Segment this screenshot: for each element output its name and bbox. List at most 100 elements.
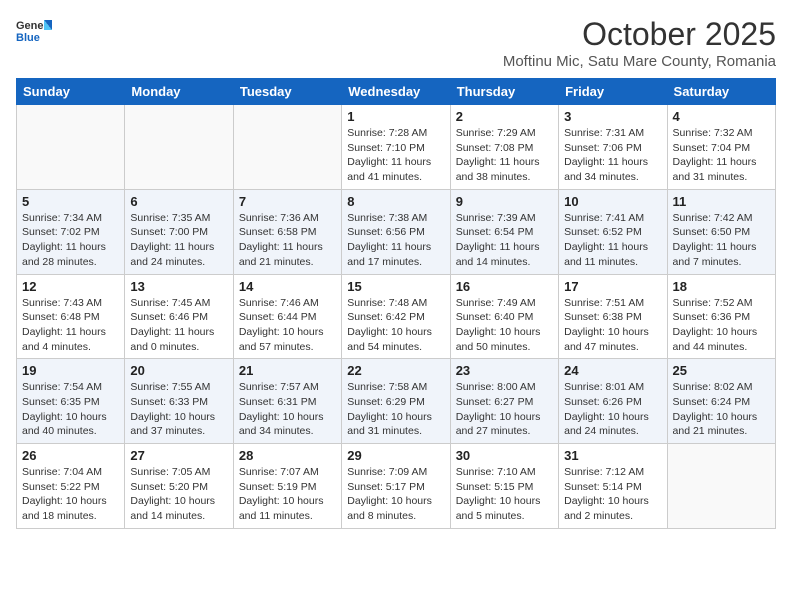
calendar-cell: 4 Sunrise: 7:32 AM Sunset: 7:04 PM Daylig… [667, 105, 775, 190]
calendar-cell: 17Sunrise: 7:51 AM Sunset: 6:38 PM Dayli… [559, 274, 667, 359]
day-info: Sunrise: 7:38 AM Sunset: 6:56 PM Dayligh… [347, 211, 444, 270]
calendar-cell: 22 Sunrise: 7:58 AM Sunset: 6:29 PM Dayli… [342, 359, 450, 444]
day-info: Sunrise: 7:41 AM Sunset: 6:52 PM Dayligh… [564, 211, 661, 270]
day-number: 10 [564, 194, 661, 209]
svg-text:Blue: Blue [16, 32, 40, 44]
calendar-cell: 10 Sunrise: 7:41 AM Sunset: 6:52 PM Dayli… [559, 189, 667, 274]
weekday-header: Wednesday [342, 79, 450, 105]
day-info: Sunrise: 8:01 AM Sunset: 6:26 PM Dayligh… [564, 380, 661, 439]
title-block: October 2025 Moftinu Mic, Satu Mare Coun… [503, 16, 776, 70]
logo-icon: General Blue [16, 16, 52, 44]
calendar-cell: 23 Sunrise: 8:00 AM Sunset: 6:27 PM Dayli… [450, 359, 558, 444]
calendar-cell: 27 Sunrise: 7:05 AM Sunset: 5:20 PM Dayli… [125, 444, 233, 529]
day-number: 30 [456, 448, 553, 463]
day-number: 7 [239, 194, 336, 209]
day-number: 27 [130, 448, 227, 463]
calendar-cell [17, 105, 125, 190]
calendar-cell: 8 Sunrise: 7:38 AM Sunset: 6:56 PM Daylig… [342, 189, 450, 274]
calendar-cell: 11 Sunrise: 7:42 AM Sunset: 6:50 PM Dayli… [667, 189, 775, 274]
calendar-cell: 14Sunrise: 7:46 AM Sunset: 6:44 PM Dayli… [233, 274, 341, 359]
day-number: 23 [456, 363, 553, 378]
calendar-cell: 6 Sunrise: 7:35 AM Sunset: 7:00 PM Daylig… [125, 189, 233, 274]
day-info: Sunrise: 7:54 AM Sunset: 6:35 PM Dayligh… [22, 380, 119, 439]
month-title: October 2025 [503, 16, 776, 53]
weekday-header: Tuesday [233, 79, 341, 105]
day-number: 8 [347, 194, 444, 209]
day-number: 24 [564, 363, 661, 378]
day-number: 18 [673, 279, 770, 294]
day-info: Sunrise: 7:46 AM Sunset: 6:44 PM Dayligh… [239, 296, 336, 355]
day-number: 5 [22, 194, 119, 209]
day-info: Sunrise: 7:05 AM Sunset: 5:20 PM Dayligh… [130, 465, 227, 524]
calendar-cell: 24 Sunrise: 8:01 AM Sunset: 6:26 PM Dayli… [559, 359, 667, 444]
calendar-cell: 12 Sunrise: 7:43 AM Sunset: 6:48 PM Dayli… [17, 274, 125, 359]
day-number: 1 [347, 109, 444, 124]
calendar-cell: 13Sunrise: 7:45 AM Sunset: 6:46 PM Dayli… [125, 274, 233, 359]
day-info: Sunrise: 7:04 AM Sunset: 5:22 PM Dayligh… [22, 465, 119, 524]
day-info: Sunrise: 7:28 AM Sunset: 7:10 PM Dayligh… [347, 126, 444, 185]
day-number: 11 [673, 194, 770, 209]
day-number: 6 [130, 194, 227, 209]
page-header: General Blue October 2025 Moftinu Mic, S… [16, 16, 776, 70]
weekday-header-row: SundayMondayTuesdayWednesdayThursdayFrid… [17, 79, 776, 105]
day-number: 21 [239, 363, 336, 378]
calendar-cell: 15Sunrise: 7:48 AM Sunset: 6:42 PM Dayli… [342, 274, 450, 359]
day-info: Sunrise: 7:32 AM Sunset: 7:04 PM Dayligh… [673, 126, 770, 185]
logo: General Blue [16, 16, 52, 44]
day-info: Sunrise: 7:29 AM Sunset: 7:08 PM Dayligh… [456, 126, 553, 185]
calendar-week-row: 26 Sunrise: 7:04 AM Sunset: 5:22 PM Dayli… [17, 444, 776, 529]
calendar-cell: 7 Sunrise: 7:36 AM Sunset: 6:58 PM Daylig… [233, 189, 341, 274]
day-number: 20 [130, 363, 227, 378]
day-number: 29 [347, 448, 444, 463]
calendar-week-row: 12 Sunrise: 7:43 AM Sunset: 6:48 PM Dayli… [17, 274, 776, 359]
day-info: Sunrise: 7:34 AM Sunset: 7:02 PM Dayligh… [22, 211, 119, 270]
calendar-cell: 19 Sunrise: 7:54 AM Sunset: 6:35 PM Dayli… [17, 359, 125, 444]
calendar-table: SundayMondayTuesdayWednesdayThursdayFrid… [16, 78, 776, 529]
day-info: Sunrise: 7:52 AM Sunset: 6:36 PM Dayligh… [673, 296, 770, 355]
day-info: Sunrise: 7:35 AM Sunset: 7:00 PM Dayligh… [130, 211, 227, 270]
calendar-cell [233, 105, 341, 190]
day-number: 12 [22, 279, 119, 294]
day-info: Sunrise: 8:02 AM Sunset: 6:24 PM Dayligh… [673, 380, 770, 439]
day-info: Sunrise: 7:36 AM Sunset: 6:58 PM Dayligh… [239, 211, 336, 270]
day-info: Sunrise: 7:43 AM Sunset: 6:48 PM Dayligh… [22, 296, 119, 355]
day-number: 19 [22, 363, 119, 378]
calendar-cell [125, 105, 233, 190]
day-info: Sunrise: 7:49 AM Sunset: 6:40 PM Dayligh… [456, 296, 553, 355]
day-number: 28 [239, 448, 336, 463]
day-number: 4 [673, 109, 770, 124]
calendar-cell: 25 Sunrise: 8:02 AM Sunset: 6:24 PM Dayli… [667, 359, 775, 444]
calendar-cell: 9 Sunrise: 7:39 AM Sunset: 6:54 PM Daylig… [450, 189, 558, 274]
day-number: 2 [456, 109, 553, 124]
day-info: Sunrise: 7:45 AM Sunset: 6:46 PM Dayligh… [130, 296, 227, 355]
day-info: Sunrise: 7:12 AM Sunset: 5:14 PM Dayligh… [564, 465, 661, 524]
weekday-header: Thursday [450, 79, 558, 105]
day-number: 16 [456, 279, 553, 294]
weekday-header: Saturday [667, 79, 775, 105]
weekday-header: Sunday [17, 79, 125, 105]
calendar-cell: 18 Sunrise: 7:52 AM Sunset: 6:36 PM Dayli… [667, 274, 775, 359]
calendar-cell: 16 Sunrise: 7:49 AM Sunset: 6:40 PM Dayli… [450, 274, 558, 359]
day-number: 26 [22, 448, 119, 463]
day-info: Sunrise: 7:09 AM Sunset: 5:17 PM Dayligh… [347, 465, 444, 524]
day-info: Sunrise: 7:42 AM Sunset: 6:50 PM Dayligh… [673, 211, 770, 270]
calendar-cell: 30Sunrise: 7:10 AM Sunset: 5:15 PM Dayli… [450, 444, 558, 529]
weekday-header: Friday [559, 79, 667, 105]
calendar-cell [667, 444, 775, 529]
day-number: 25 [673, 363, 770, 378]
day-number: 17 [564, 279, 661, 294]
day-info: Sunrise: 8:00 AM Sunset: 6:27 PM Dayligh… [456, 380, 553, 439]
calendar-week-row: 5 Sunrise: 7:34 AM Sunset: 7:02 PM Daylig… [17, 189, 776, 274]
day-info: Sunrise: 7:48 AM Sunset: 6:42 PM Dayligh… [347, 296, 444, 355]
day-info: Sunrise: 7:58 AM Sunset: 6:29 PM Dayligh… [347, 380, 444, 439]
calendar-cell: 31Sunrise: 7:12 AM Sunset: 5:14 PM Dayli… [559, 444, 667, 529]
calendar-cell: 29 Sunrise: 7:09 AM Sunset: 5:17 PM Dayli… [342, 444, 450, 529]
day-info: Sunrise: 7:39 AM Sunset: 6:54 PM Dayligh… [456, 211, 553, 270]
calendar-cell: 5 Sunrise: 7:34 AM Sunset: 7:02 PM Daylig… [17, 189, 125, 274]
calendar-cell: 2 Sunrise: 7:29 AM Sunset: 7:08 PM Daylig… [450, 105, 558, 190]
day-number: 9 [456, 194, 553, 209]
day-number: 3 [564, 109, 661, 124]
calendar-cell: 26 Sunrise: 7:04 AM Sunset: 5:22 PM Dayli… [17, 444, 125, 529]
day-number: 22 [347, 363, 444, 378]
calendar-cell: 1 Sunrise: 7:28 AM Sunset: 7:10 PM Daylig… [342, 105, 450, 190]
